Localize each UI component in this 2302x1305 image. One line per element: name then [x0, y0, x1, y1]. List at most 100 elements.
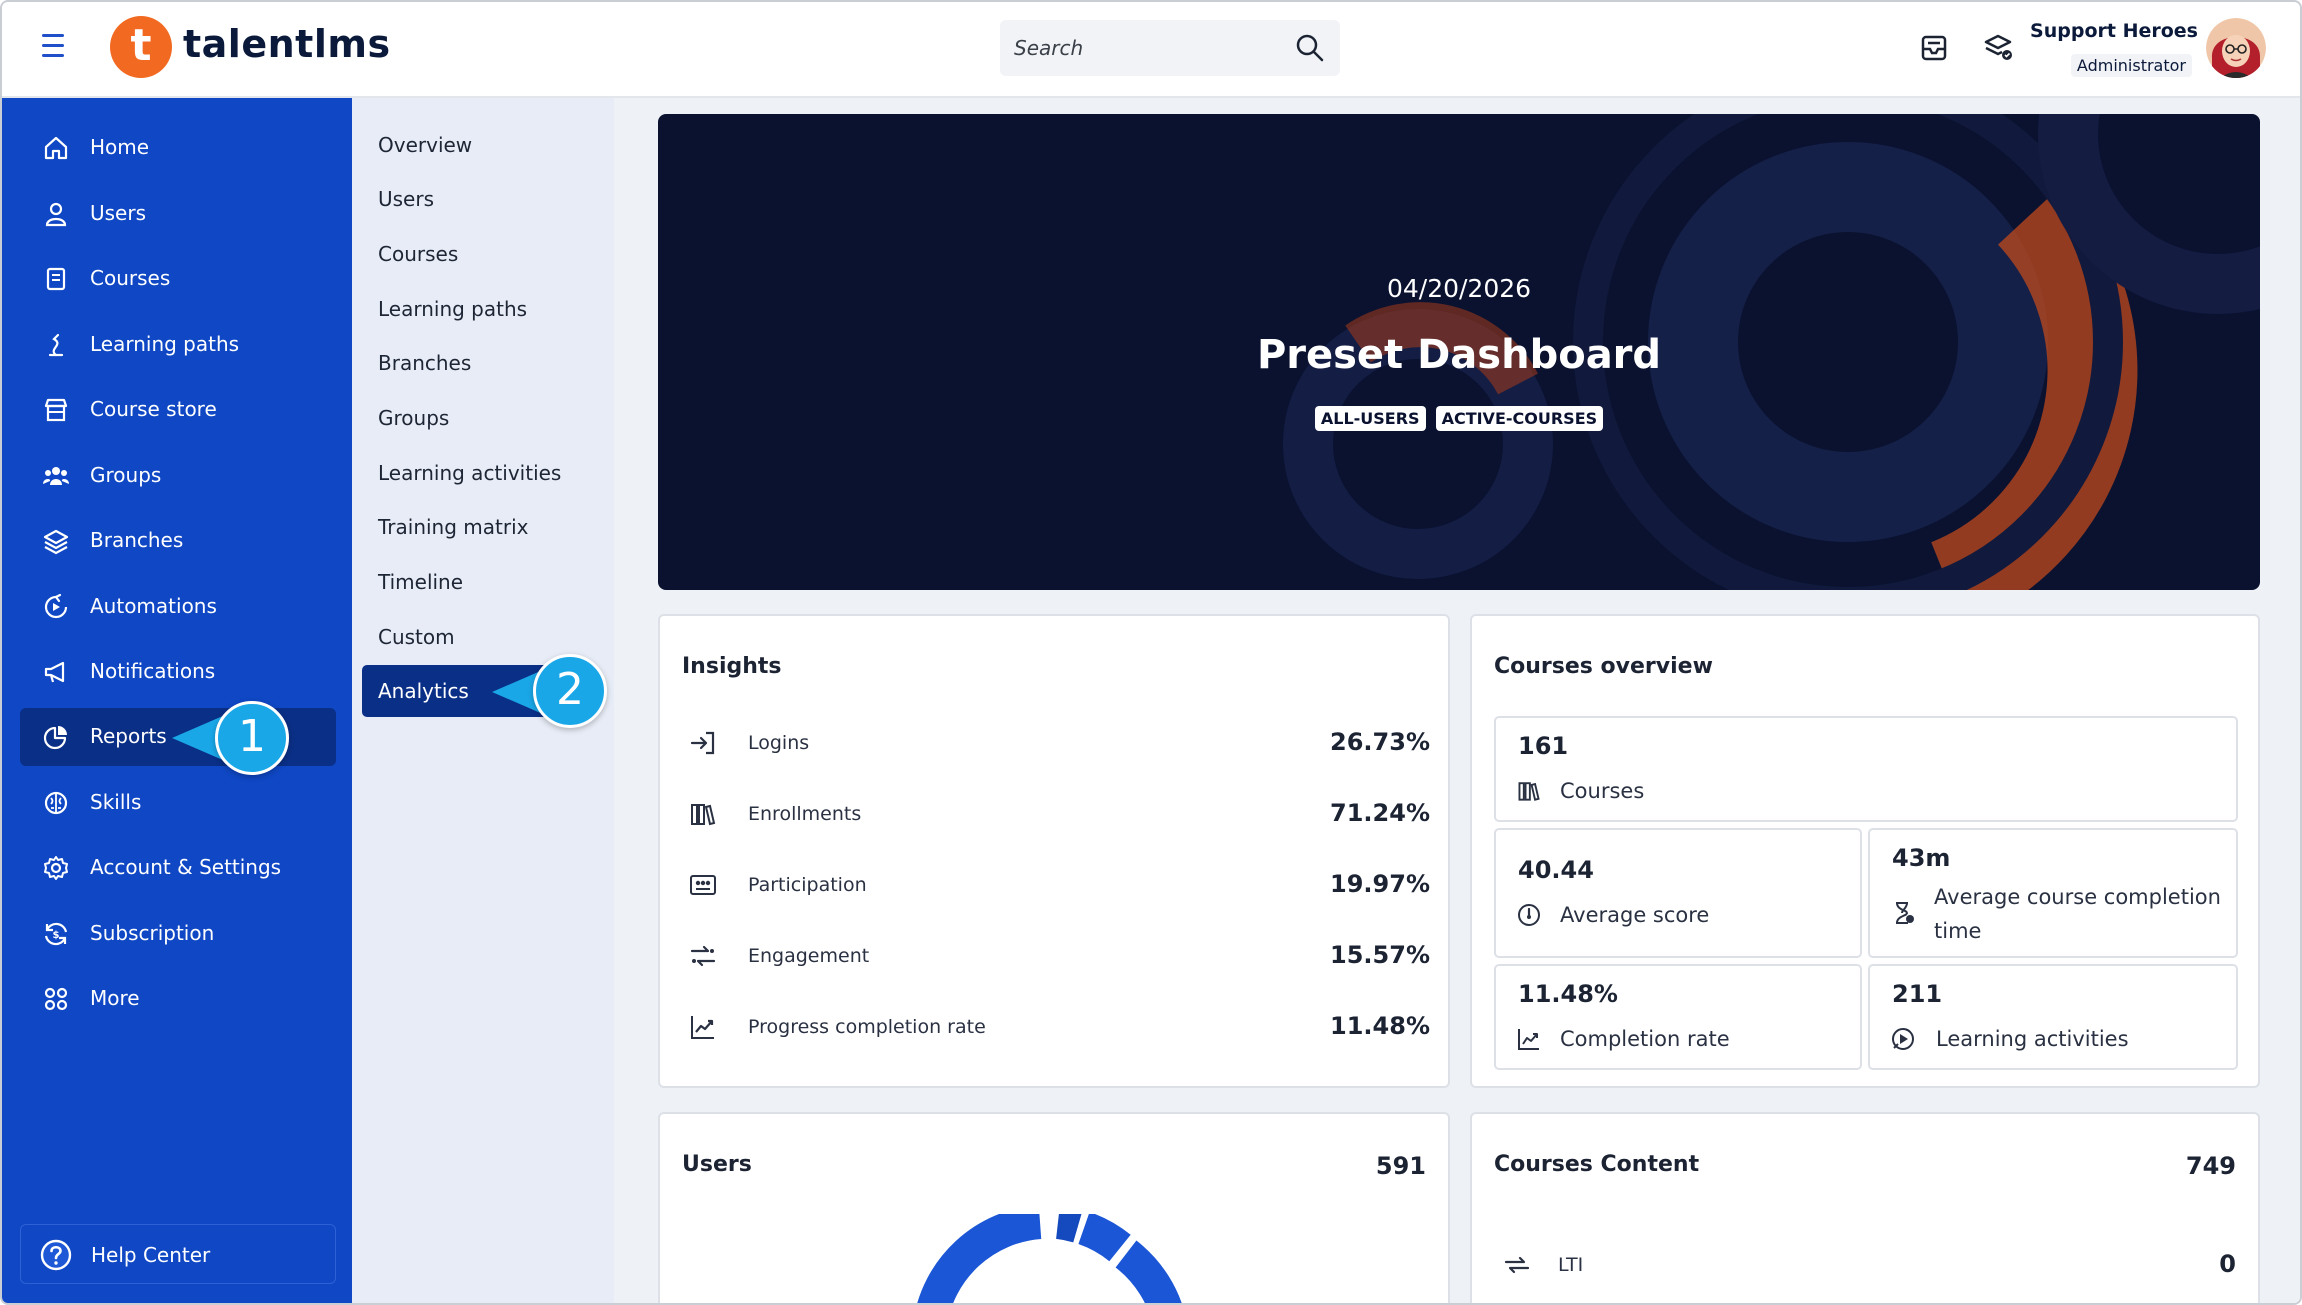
- sidebar-item-label: Courses: [90, 266, 171, 290]
- dashboard-date: 04/20/2026: [1386, 274, 1532, 303]
- users-card: Users 591: [658, 1112, 1450, 1303]
- search-icon[interactable]: [1294, 32, 1326, 64]
- sidebar-item-label: Subscription: [90, 921, 215, 945]
- courses-content-count: 749: [2185, 1152, 2236, 1180]
- stat-label: Courses: [1560, 779, 1645, 803]
- subnav-item-timeline[interactable]: Timeline: [362, 556, 594, 608]
- subnav-item-label: Branches: [378, 351, 472, 375]
- stat-value: 40.44: [1518, 856, 1594, 884]
- home-icon: [44, 136, 68, 160]
- user-name[interactable]: Support Heroes: [2030, 20, 2198, 42]
- sidebar-item-skills[interactable]: Skills: [20, 774, 336, 832]
- subscription-icon: $: [44, 922, 68, 946]
- sidebar-item-branches[interactable]: Branches: [20, 512, 336, 570]
- insights-card: Insights Logins 26.73% Enrollments 71.24…: [658, 614, 1450, 1088]
- talentlms-logo-icon[interactable]: t: [110, 16, 172, 78]
- stat-label-line-2: time: [1934, 919, 1982, 943]
- stat-courses[interactable]: 161 Courses: [1494, 716, 2238, 822]
- stat-label: Average score: [1560, 903, 1710, 927]
- stat-label: Average course completion time: [1934, 880, 2221, 948]
- sidebar-item-label: Account & Settings: [90, 855, 282, 879]
- stat-value: 11.48%: [1518, 980, 1618, 1008]
- users-donut-chart: [917, 1214, 1182, 1303]
- sidebar-item-account-settings[interactable]: Account & Settings: [20, 839, 336, 897]
- pie-chart-icon: [43, 726, 67, 750]
- insight-label: Engagement: [748, 945, 870, 967]
- insight-label: Enrollments: [748, 803, 862, 825]
- insight-value: 19.97%: [1330, 870, 1430, 898]
- megaphone-icon: [44, 661, 65, 683]
- callout-badge-2: 2: [533, 654, 607, 728]
- insight-value: 15.57%: [1330, 941, 1430, 969]
- inbox-icon[interactable]: [1914, 28, 1954, 68]
- subnav-item-label: Analytics: [378, 679, 469, 703]
- sidebar-item-subscription[interactable]: $ Subscription: [20, 905, 336, 963]
- subnav-item-groups[interactable]: Groups: [362, 392, 594, 444]
- insight-row-progress-completion: Progress completion rate 11.48%: [682, 1008, 1430, 1048]
- sidebar-item-label: Groups: [90, 463, 162, 487]
- trend-chart-icon: [691, 1016, 714, 1039]
- user-role: Administrator: [2070, 54, 2192, 77]
- groups-icon: [43, 467, 69, 485]
- insight-row-participation: Participation 19.97%: [682, 866, 1430, 906]
- subnav-item-overview[interactable]: Overview: [362, 119, 594, 171]
- subnav-item-label: Training matrix: [378, 515, 529, 539]
- sidebar-item-label: Branches: [90, 528, 184, 552]
- users-card-count: 591: [1375, 1152, 1426, 1180]
- subnav-item-learning-activities[interactable]: Learning activities: [362, 447, 594, 499]
- stat-average-score[interactable]: 40.44 Average score: [1494, 828, 1862, 958]
- avatar[interactable]: [2206, 18, 2266, 78]
- subnav-item-branches[interactable]: Branches: [362, 337, 594, 389]
- subnav-item-label: Courses: [378, 242, 459, 266]
- brain-icon: [44, 791, 68, 815]
- sidebar-item-course-store[interactable]: Course store: [20, 381, 336, 439]
- grid-icon: [44, 987, 68, 1011]
- subnav-item-training-matrix[interactable]: Training matrix: [362, 501, 594, 553]
- subnav-item-label: Overview: [378, 133, 473, 157]
- courses-overview-card: Courses overview 161 Courses 40.44 Avera…: [1470, 614, 2260, 1088]
- login-icon: [690, 731, 715, 755]
- help-center-button[interactable]: Help Center: [20, 1224, 336, 1284]
- stat-label: Completion rate: [1560, 1027, 1730, 1051]
- help-center-label: Help Center: [91, 1243, 211, 1267]
- sidebar-item-courses[interactable]: Courses: [20, 250, 336, 308]
- dashboard-tags: ALL-USERS ACTIVE-COURSES: [658, 406, 2260, 431]
- subnav-item-courses[interactable]: Courses: [362, 228, 594, 280]
- stat-completion-rate[interactable]: 11.48% Completion rate: [1494, 964, 1862, 1070]
- gauge-icon: [1518, 904, 1540, 926]
- menu-icon[interactable]: [42, 34, 74, 62]
- logo-text[interactable]: talentlms: [183, 22, 391, 66]
- sidebar-item-more[interactable]: More: [20, 970, 336, 1028]
- search-input[interactable]: [1014, 32, 1274, 64]
- sidebar-item-automations[interactable]: Automations: [20, 578, 336, 636]
- search-box[interactable]: [1000, 20, 1340, 76]
- sidebar-item-notifications[interactable]: Notifications: [20, 643, 336, 701]
- layers-check-icon[interactable]: [1978, 28, 2018, 68]
- insight-value: 71.24%: [1330, 799, 1430, 827]
- sidebar-item-home[interactable]: Home: [20, 119, 336, 177]
- insight-value: 26.73%: [1330, 728, 1430, 756]
- subnav-item-learning-paths[interactable]: Learning paths: [362, 283, 594, 335]
- insight-label: Logins: [748, 732, 810, 754]
- sidebar-item-label: More: [90, 986, 140, 1010]
- layers-icon: [43, 529, 69, 555]
- store-icon: [44, 398, 68, 422]
- subnav-item-label: Custom: [378, 625, 455, 649]
- users-card-title: Users: [682, 1152, 752, 1177]
- tag-active-courses: ACTIVE-COURSES: [1435, 406, 1604, 431]
- stat-average-completion-time[interactable]: 43m Average course completion time: [1868, 828, 2238, 958]
- sidebar-item-label: Users: [90, 201, 147, 225]
- stat-value: 43m: [1892, 844, 1951, 872]
- sidebar-item-users[interactable]: Users: [20, 185, 336, 243]
- gear-icon: [44, 856, 68, 880]
- books-icon: [1518, 782, 1540, 801]
- insights-title: Insights: [682, 654, 782, 679]
- stat-learning-activities[interactable]: 211 Learning activities: [1868, 964, 2238, 1070]
- content-row-label: LTI: [1558, 1254, 1584, 1276]
- subnav-item-label: Groups: [378, 406, 450, 430]
- subnav-item-users[interactable]: Users: [362, 173, 594, 225]
- sidebar-item-groups[interactable]: Groups: [20, 447, 336, 505]
- hourglass-icon: [1896, 902, 1914, 924]
- sidebar-item-learning-paths[interactable]: Learning paths: [20, 316, 336, 374]
- app-window: t talentlms Support Heroes Administrator: [0, 0, 2302, 1305]
